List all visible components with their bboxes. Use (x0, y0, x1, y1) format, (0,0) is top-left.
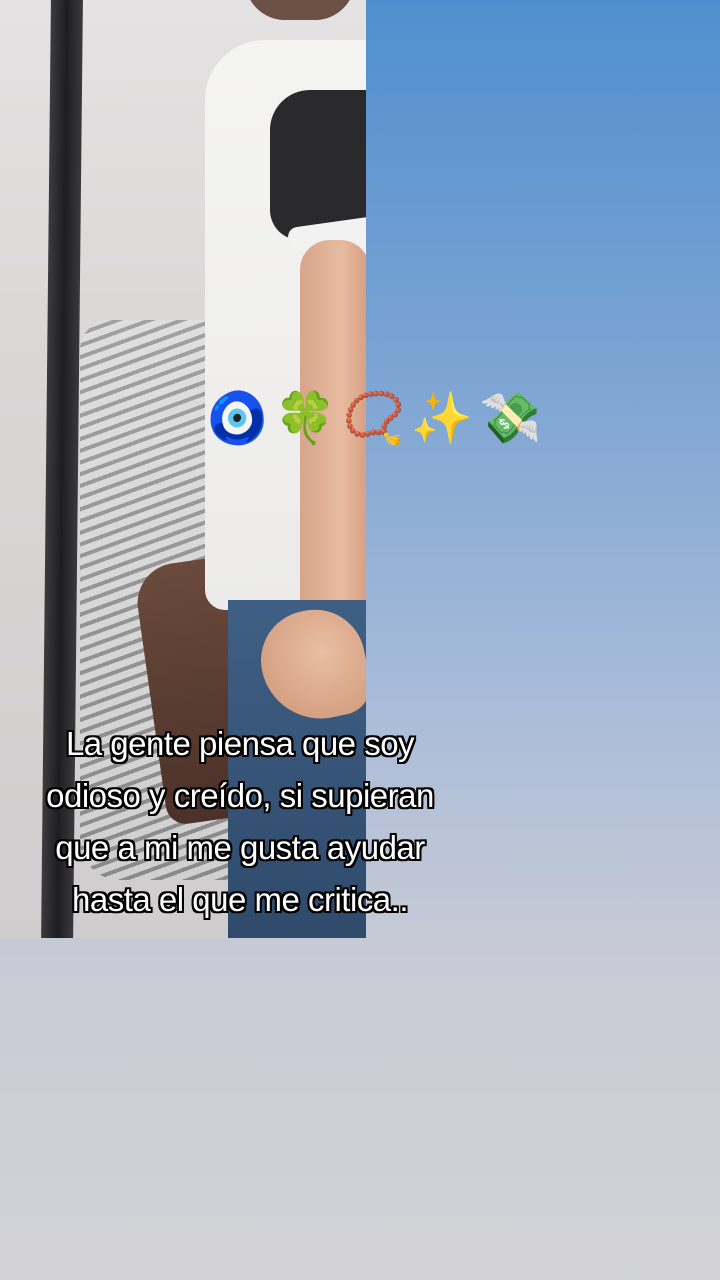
video-frame: 🧿 🍀 📿 ✨ 💸 La gente piensa que soy odioso… (0, 0, 720, 1280)
caption-line: hasta el que me critica.. (72, 881, 409, 918)
caption-text: La gente piensa que soy odioso y creído,… (0, 718, 480, 926)
caption-line: que a mi me gusta ayudar (55, 829, 425, 866)
prayer-beads-icon: 📿 (342, 389, 405, 447)
four-leaf-clover-icon: 🍀 (274, 389, 337, 447)
money-with-wings-icon: 💸 (479, 389, 542, 447)
shirt-sleeve (270, 90, 366, 240)
caption-line: odioso y creído, si supieran (46, 777, 434, 814)
head (245, 0, 355, 20)
sparkles-icon: ✨ (410, 389, 474, 447)
emoji-row: 🧿 🍀 📿 ✨ 💸 (206, 386, 541, 450)
nazar-amulet-icon: 🧿 (206, 389, 269, 447)
caption-line: La gente piensa que soy (65, 725, 415, 762)
